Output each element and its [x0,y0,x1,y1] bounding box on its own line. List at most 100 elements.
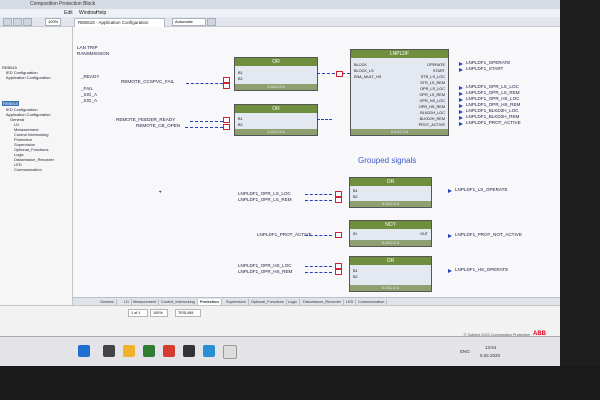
block-title: OR [350,178,431,186]
pin-label: BLKD2H_LOC [420,111,445,115]
block-title: OR [235,58,317,66]
pin-label: STR_LS_LOC [420,75,445,79]
tray-language[interactable]: ENG [460,349,470,354]
block-footer: 0.0/12.2.6 [351,129,448,135]
cursor-icon: ⌖ [159,189,162,194]
file-explorer-icon[interactable] [123,345,135,357]
pin-label: B1 [353,269,358,273]
or-block[interactable]: OR B1 B2 0.0/12.2.6 [234,104,318,136]
pin-label: IN [353,232,357,236]
mode-combo[interactable]: Automatic [172,18,206,26]
menu-edit[interactable]: Edit [64,10,73,16]
tree-item-selected[interactable]: REB615 [2,101,19,106]
pin-label: B1 [238,71,243,75]
clock-time: 13:54 [485,345,497,350]
pin-label: B1 [353,189,358,193]
open-icon[interactable] [13,18,22,26]
block-title: OR [235,105,317,113]
output-signal[interactable]: LNPLDF1_BLKD2H_REM [466,114,519,119]
output-signal[interactable]: LNPLDF1_HS_OPERATE [455,267,508,272]
connector [223,83,230,89]
taskbar: ENG 13:54 5.02.2020 [0,336,560,367]
document-tab[interactable]: REB615 - Application Configuration [74,18,165,27]
monitor-bezel [0,366,600,400]
save-icon[interactable] [23,18,32,26]
title-bar: Composition Protection Block [0,0,560,9]
output-signal[interactable]: LNPLDF1_PROT_ACTIVE [466,120,521,125]
menu-help[interactable]: Help [96,10,106,16]
pin-label: BLOCK [354,63,367,67]
input-signal[interactable]: LNPLDF1_OPR_HS_REM [238,269,292,274]
pin-label: B2 [238,123,243,127]
input-signal[interactable]: LNPLDF1_PROT_ACTIVE [257,232,312,237]
connection-wire [317,73,350,74]
app-l-icon[interactable] [163,345,175,357]
signal-label: _READY [81,74,100,79]
connection-wire [185,127,223,128]
tree-item[interactable]: Communication [14,167,42,172]
output-signal[interactable]: LNPLDF1_LS_OPERATE [455,187,508,192]
or-block[interactable]: OR B1 B2 0.0/12.2.6 [349,256,432,292]
store-icon[interactable] [143,345,155,357]
pin-label: OPR_HS_REM [418,105,445,109]
connector [223,124,230,130]
app-icon[interactable] [203,345,215,357]
block-title: OR [350,257,431,265]
input-signal[interactable]: LNPLDF1_OPR_HS_LOC [238,263,292,268]
input-signal[interactable]: REMOTE_CCSPVC_FAIL [121,79,174,84]
output-signal[interactable]: LNPLDF1_OPR_LS_REM [466,90,520,95]
output-arrow-icon [459,116,463,120]
connection-wire [305,266,332,267]
output-arrow-icon [459,122,463,126]
pin-label: BLKD2H_REM [419,117,445,121]
output-arrow-icon [459,92,463,96]
output-signal[interactable]: LNPLDF1_BLKD2H_LOC [466,108,519,113]
tree-item[interactable]: Application Configuration [6,75,50,80]
pin-label: OPR_LS_REM [419,93,445,97]
connection-wire [186,83,223,84]
connection-wire [190,121,223,122]
output-arrow-icon [448,269,452,273]
connector [335,197,342,203]
section-title: Grouped signals [358,156,417,165]
app-icon[interactable] [223,345,237,359]
pin-label: STR_LS_REM [420,81,445,85]
output-signal[interactable]: LNPLDF1_OPR_LS_LOC [466,84,519,89]
new-icon[interactable] [3,18,12,26]
input-signal[interactable]: REMOTE_FEEDER_READY [116,117,175,122]
output-signal[interactable]: LNPLDF1_OPERATE [466,60,510,65]
or-block[interactable]: OR B1 B2 0.0/12.2.6 [234,57,318,91]
block-footer: 0.0/12.2.6 [350,240,431,246]
signal-label: _FAIL [81,86,94,91]
input-signal[interactable]: LNPLDF1_OPR_LS_REM [238,197,292,202]
lnpldf-block[interactable]: LNPLDF BLOCK BLOCK_LS ENA_MULT_HS OPERAT… [350,49,449,136]
connector [336,71,343,77]
output-signal[interactable]: LNPLDF1_PROT_NOT_ACTIVE [455,232,522,237]
input-signal[interactable]: REMOTE_CB_OPEN [136,123,180,128]
output-signal[interactable]: LNPLDF1_OPR_HS_REM [466,102,520,107]
pin-label: B2 [238,77,243,81]
or-block[interactable]: OR B1 B2 0.0/12.2.6 [349,177,432,208]
connection-wire [317,119,332,120]
output-signal[interactable]: LNPLDF1_START [466,66,503,71]
start-icon[interactable] [78,345,90,357]
menu-window[interactable]: Window [79,10,97,16]
not-block[interactable]: NOT IN OUT 0.0/12.2.6 [349,220,432,247]
output-arrow-icon [448,234,452,238]
tool-icon[interactable] [207,18,216,26]
zoom-indicator[interactable]: 100% [150,309,168,317]
pin-label: B2 [353,195,358,199]
output-arrow-icon [459,68,463,72]
pin-label: ENA_MULT_HS [354,75,382,79]
output-signal[interactable]: LNPLDF1_OPR_HS_LOC [466,96,520,101]
connection-wire [305,272,332,273]
zoom-combo[interactable]: 100% [45,18,61,26]
input-signal[interactable]: LNPLDF1_OPR_LS_LOC [238,191,291,196]
app-icon[interactable] [183,345,195,357]
signal-label: LAN TRIP [77,45,98,50]
search-icon[interactable] [103,345,115,357]
diagram-canvas[interactable]: LAN TRIP RANSMISSION _READY _FAIL _SIG_A… [73,27,560,297]
output-arrow-icon [448,189,452,193]
connector [335,269,342,275]
connection-wire [305,200,332,201]
